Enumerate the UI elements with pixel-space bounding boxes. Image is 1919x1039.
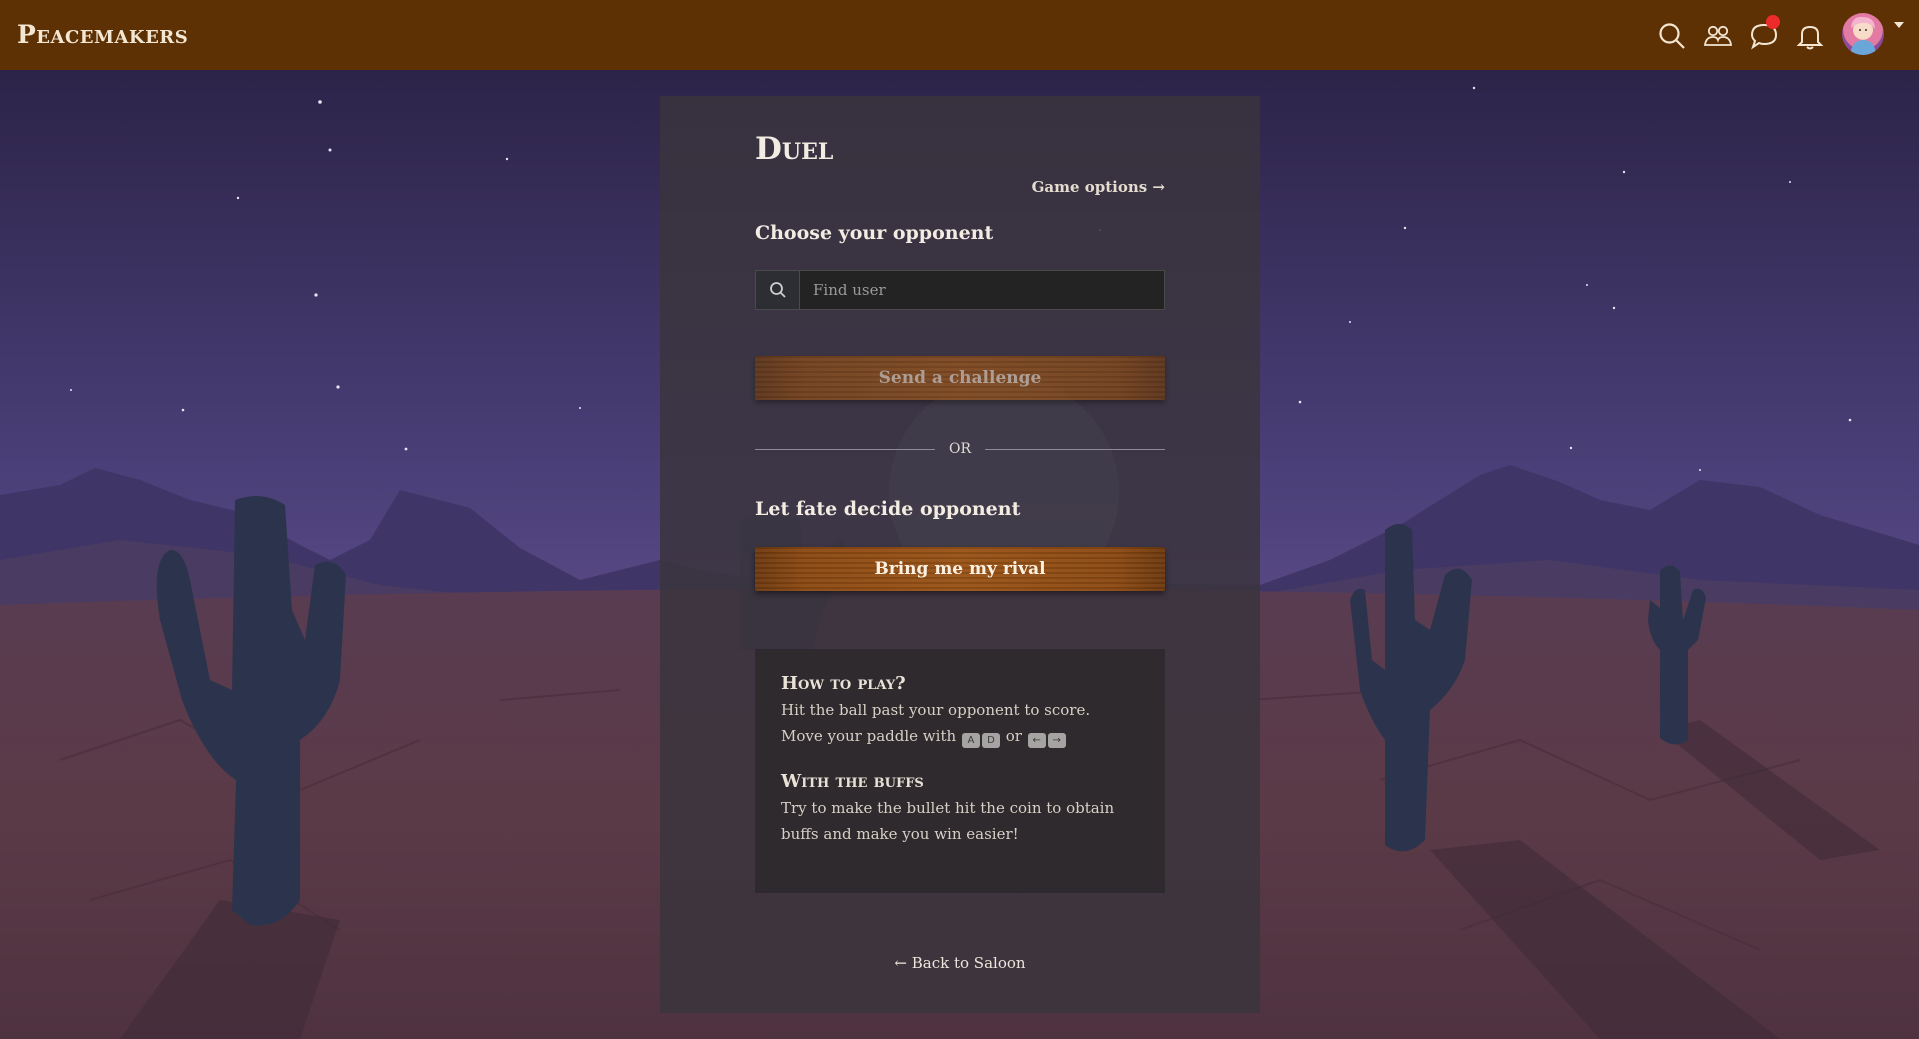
find-user-search — [755, 270, 1165, 310]
duel-panel: Duel Game options → Choose your opponent… — [660, 96, 1260, 1013]
key-d: D — [981, 733, 1000, 748]
how-to-play-box: How to play? Hit the ball past your oppo… — [755, 649, 1165, 893]
chevron-down-icon[interactable] — [1893, 21, 1905, 29]
brand-logo[interactable]: Peacemakers — [17, 20, 188, 49]
find-user-input[interactable] — [800, 271, 1162, 309]
buffs-heading: With the buffs — [781, 771, 924, 792]
paddle-controls-line: Move your paddle with AD or ← → — [781, 723, 1139, 749]
user-avatar[interactable] — [1842, 13, 1884, 55]
back-to-saloon-link[interactable]: ← Back to Saloon — [755, 954, 1165, 972]
how-to-play-heading: How to play? — [781, 673, 906, 694]
key-right-arrow: → — [1047, 733, 1066, 748]
key-a: A — [961, 733, 980, 748]
buffs-description: Try to make the bullet hit the coin to o… — [781, 799, 1115, 843]
how-to-play-line: Hit the ball past your opponent to score… — [781, 701, 1091, 719]
choose-opponent-heading: Choose your opponent — [755, 222, 994, 244]
divider-line — [755, 448, 935, 450]
friends-icon[interactable] — [1703, 21, 1733, 51]
notification-dot — [1766, 15, 1780, 29]
or-divider: OR — [755, 439, 1165, 459]
search-button[interactable] — [756, 271, 800, 309]
bell-icon[interactable] — [1795, 21, 1825, 51]
send-challenge-button[interactable]: Send a challenge — [755, 356, 1165, 400]
key-left-arrow: ← — [1027, 733, 1046, 748]
game-options-link[interactable]: Game options → — [1032, 178, 1165, 196]
page-title: Duel — [755, 131, 834, 167]
divider-line — [985, 448, 1165, 450]
top-navigation-bar: Peacemakers — [0, 0, 1919, 70]
search-icon — [769, 282, 786, 298]
or-word: or — [1005, 727, 1022, 745]
paddle-controls-text: Move your paddle with — [781, 727, 957, 745]
search-icon[interactable] — [1657, 21, 1687, 51]
bring-rival-button[interactable]: Bring me my rival — [755, 547, 1165, 591]
or-label: OR — [948, 441, 972, 457]
fate-opponent-heading: Let fate decide opponent — [755, 498, 1021, 520]
